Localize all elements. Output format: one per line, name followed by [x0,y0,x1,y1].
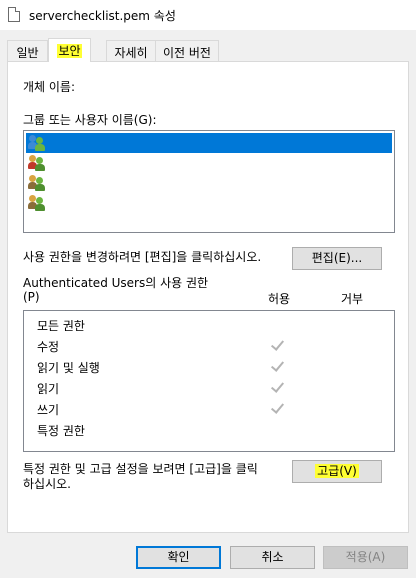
advanced-hint-text-2: 하십시오. [23,477,71,491]
user-group-icon [28,175,46,191]
group-list-label: 그룹 또는 사용자 이름(G): [23,113,157,127]
permission-row: 읽기 [24,377,394,398]
deny-column-header: 거부 [341,292,364,306]
allow-check-icon [269,335,289,355]
permission-name: 수정 [37,340,60,354]
permission-row: 읽기 및 실행 [24,356,394,377]
user-group-list[interactable] [23,130,395,233]
allow-check-icon [269,398,289,418]
permission-name: 읽기 및 실행 [37,361,100,375]
edit-hint-text: 사용 권한을 변경하려면 [편집]을 클릭하십시오. [23,250,262,264]
tab-security[interactable]: 보안 [48,38,91,62]
list-item[interactable] [26,153,392,173]
window-title: serverchecklist.pem 속성 [29,9,176,23]
tab-general[interactable]: 일반 [7,40,48,61]
allow-check-icon [269,377,289,397]
permission-row: 모든 권한 [24,314,394,335]
permission-row: 쓰기 [24,398,394,419]
user-group-icon [28,135,46,151]
tab-general-label: 일반 [16,46,39,60]
allow-check-icon [269,356,289,376]
tab-previous-versions[interactable]: 이전 버전 [155,40,219,61]
tab-details[interactable]: 자세히 [106,40,156,61]
cancel-button[interactable]: 취소 [230,546,315,569]
permissions-header: Authenticated Users의 사용 권한 [23,276,209,290]
tab-previous-versions-label: 이전 버전 [163,46,211,60]
ok-button[interactable]: 확인 [136,546,221,569]
list-item[interactable] [26,193,392,213]
list-item[interactable] [26,133,392,153]
advanced-button[interactable]: 고급(V) [292,460,382,483]
edit-button[interactable]: 편집(E)... [292,247,382,270]
apply-button[interactable]: 적용(A) [323,546,408,569]
tab-details-label: 자세히 [114,46,148,60]
permission-name: 모든 권한 [37,319,85,333]
list-item[interactable] [26,173,392,193]
allow-column-header: 허용 [268,292,291,306]
permissions-header-accel: (P) [23,290,40,304]
object-name-label: 개체 이름: [23,80,76,94]
permission-name: 특정 권한 [37,424,85,438]
permission-row: 수정 [24,335,394,356]
title-bar: serverchecklist.pem 속성 [0,0,416,30]
advanced-button-label: 고급(V) [315,464,359,478]
permission-name: 쓰기 [37,403,60,417]
security-panel: 개체 이름: 그룹 또는 사용자 이름(G): 사용 권한을 변경하려면 [편집… [7,61,409,533]
permissions-list: 모든 권한 수정 읽기 및 실행 읽기 쓰기 특정 권한 [23,310,395,452]
file-icon [8,7,20,22]
user-group-icon [28,155,46,171]
tab-security-label: 보안 [57,44,82,58]
permission-name: 읽기 [37,382,60,396]
user-group-icon [28,195,46,211]
permission-row: 특정 권한 [24,419,394,440]
